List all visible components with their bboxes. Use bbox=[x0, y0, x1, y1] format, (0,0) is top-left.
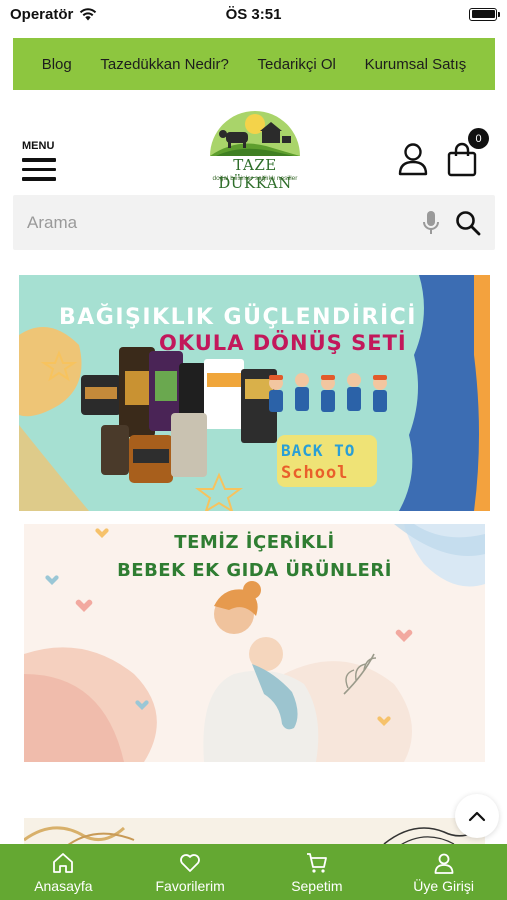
search-icon[interactable] bbox=[455, 210, 481, 236]
bottom-nav-favorites-label: Favorilerim bbox=[155, 877, 225, 894]
logo-subtitle: doğal besinler sağlıklı nesiller bbox=[212, 175, 298, 182]
search-input[interactable] bbox=[27, 212, 421, 233]
bottom-nav: Anasayfa Favorilerim Sepetim Üye Girişi bbox=[0, 844, 507, 900]
shopping-cart-icon bbox=[306, 852, 327, 873]
microphone-icon[interactable] bbox=[421, 210, 441, 236]
bottom-nav-home-label: Anasayfa bbox=[34, 877, 93, 894]
banner1-school: School bbox=[281, 463, 349, 483]
banner-baby-food[interactable]: TEMİZ İÇERİKLİ BEBEK EK GIDA ÜRÜNLERİ bbox=[24, 524, 485, 762]
banner2-subtitle: BEBEK EK GIDA ÜRÜNLERİ bbox=[117, 560, 392, 581]
bottom-nav-favorites[interactable]: Favorilerim bbox=[130, 851, 250, 894]
nav-link-about[interactable]: Tazedükkan Nedir? bbox=[100, 56, 228, 73]
heart-icon bbox=[180, 853, 201, 872]
bottom-nav-home[interactable]: Anasayfa bbox=[3, 851, 123, 894]
status-left: Operatör bbox=[10, 6, 97, 23]
carrier-label: Operatör bbox=[10, 5, 74, 23]
scroll-to-top-button[interactable] bbox=[455, 794, 499, 838]
user-icon bbox=[434, 853, 454, 874]
account-button[interactable] bbox=[398, 142, 428, 176]
status-bar: Operatör ÖS 3:51 bbox=[0, 0, 507, 28]
user-icon bbox=[398, 143, 428, 176]
chevron-up-icon bbox=[468, 811, 486, 822]
logo-title: TAZE DÜKKAN bbox=[218, 156, 292, 192]
top-nav: Blog Tazedükkan Nedir? Tedarikçi Ol Kuru… bbox=[13, 38, 495, 90]
banner2-title: TEMİZ İÇERİKLİ bbox=[174, 532, 335, 553]
nav-link-blog[interactable]: Blog bbox=[42, 56, 72, 73]
cart-count-badge: 0 bbox=[468, 128, 489, 149]
bottom-nav-login[interactable]: Üye Girişi bbox=[384, 851, 504, 894]
search-bar bbox=[13, 195, 495, 250]
menu-button[interactable]: MENU bbox=[22, 140, 62, 187]
wifi-icon bbox=[80, 7, 97, 20]
logo[interactable]: TAZE DÜKKAN doğal besinler sağlıklı nesi… bbox=[196, 102, 314, 192]
home-icon bbox=[53, 852, 74, 873]
logo-emblem bbox=[210, 111, 300, 156]
banner1-subtitle: OKULA DÖNÜŞ SETİ bbox=[159, 331, 407, 355]
banner1-back-to: BACK TO bbox=[281, 441, 356, 460]
nav-link-supplier[interactable]: Tedarikçi Ol bbox=[258, 56, 336, 73]
bottom-nav-cart[interactable]: Sepetim bbox=[257, 851, 377, 894]
bottom-nav-cart-label: Sepetim bbox=[291, 877, 343, 894]
status-time: ÖS 3:51 bbox=[225, 5, 282, 23]
nav-link-corporate[interactable]: Kurumsal Satış bbox=[365, 56, 467, 73]
battery-icon bbox=[469, 7, 500, 21]
header: MENU TAZE DÜKKAN doğal besinler sağlıklı… bbox=[0, 100, 507, 192]
menu-label: MENU bbox=[22, 140, 55, 152]
bottom-nav-login-label: Üye Girişi bbox=[413, 877, 474, 894]
banner-immunity-back-to-school[interactable]: BAĞIŞIKLIK GÜÇLENDİRİCİ OKULA DÖNÜŞ SETİ… bbox=[19, 275, 490, 511]
banner1-title: BAĞIŞIKLIK GÜÇLENDİRİCİ bbox=[59, 305, 417, 330]
hamburger-icon bbox=[22, 158, 56, 187]
